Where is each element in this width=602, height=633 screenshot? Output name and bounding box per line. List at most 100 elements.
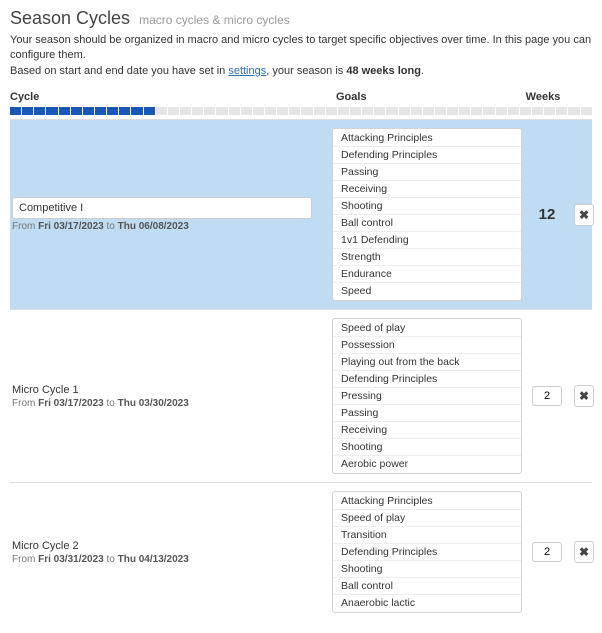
cycle-name-input[interactable] bbox=[12, 197, 312, 219]
progress-seg bbox=[568, 107, 579, 115]
goals-box[interactable]: Speed of playPossessionPlaying out from … bbox=[332, 318, 522, 474]
goal-item[interactable]: Attacking Principles bbox=[333, 130, 521, 147]
title-sub: macro cycles & micro cycles bbox=[139, 13, 290, 27]
goal-item[interactable]: Passing bbox=[333, 164, 521, 181]
title-main: Season Cycles bbox=[10, 8, 130, 28]
intro-weeks-long: 48 weeks long bbox=[346, 65, 421, 77]
goal-item[interactable]: Defending Principles bbox=[333, 544, 521, 561]
goal-item[interactable]: Shooting bbox=[333, 439, 521, 456]
goal-item[interactable]: Playing out from the back bbox=[333, 354, 521, 371]
cycle-weeks: 12 bbox=[522, 206, 572, 223]
cycle-left: Micro Cycle 1From Fri 03/17/2023 to Thu … bbox=[12, 384, 332, 409]
progress-seg bbox=[10, 107, 21, 115]
progress-seg bbox=[253, 107, 264, 115]
progress-seg bbox=[168, 107, 179, 115]
goal-item[interactable]: Shooting bbox=[333, 561, 521, 578]
cycle-goals: Speed of playPossessionPlaying out from … bbox=[332, 316, 522, 476]
goal-item[interactable]: Passing bbox=[333, 405, 521, 422]
micro-cycle-row: Micro Cycle 2 From Fri 03/31/2023 to Thu … bbox=[10, 482, 592, 621]
goal-item[interactable]: Possession bbox=[333, 337, 521, 354]
intro-line2c: . bbox=[421, 65, 424, 77]
progress-seg bbox=[144, 107, 155, 115]
progress-seg bbox=[204, 107, 215, 115]
progress-seg bbox=[362, 107, 373, 115]
progress-seg bbox=[520, 107, 531, 115]
cycle-goals: Attacking PrinciplesSpeed of playTransit… bbox=[332, 489, 522, 615]
cycle-weeks bbox=[522, 386, 572, 406]
macro-cycle-row: From Fri 03/17/2023 to Thu 06/08/2023 Att… bbox=[10, 119, 592, 309]
goal-item[interactable]: Receiving bbox=[333, 422, 521, 439]
progress-seg bbox=[508, 107, 519, 115]
col-header-cycle: Cycle bbox=[10, 91, 330, 103]
page-title: Season Cycles macro cycles & micro cycle… bbox=[10, 8, 592, 29]
goal-item[interactable]: Defending Principles bbox=[333, 371, 521, 388]
progress-seg bbox=[301, 107, 312, 115]
progress-seg bbox=[131, 107, 142, 115]
progress-seg bbox=[46, 107, 57, 115]
weeks-input[interactable] bbox=[532, 542, 562, 562]
progress-seg bbox=[471, 107, 482, 115]
progress-seg bbox=[22, 107, 33, 115]
progress-seg bbox=[107, 107, 118, 115]
goal-item[interactable]: Defending Principles bbox=[333, 147, 521, 164]
progress-seg bbox=[59, 107, 70, 115]
progress-seg bbox=[265, 107, 276, 115]
goal-item[interactable]: Anaerobic lactic bbox=[333, 595, 521, 611]
settings-link[interactable]: settings bbox=[228, 65, 266, 77]
progress-seg bbox=[386, 107, 397, 115]
goal-item[interactable]: Pressing bbox=[333, 388, 521, 405]
goal-item[interactable]: Speed of play bbox=[333, 510, 521, 527]
intro-line2a: Based on start and end date you have set… bbox=[10, 65, 228, 77]
goal-item[interactable]: Ball control bbox=[333, 215, 521, 232]
goal-item[interactable]: Attacking Principles bbox=[333, 493, 521, 510]
delete-button[interactable]: ✖ bbox=[574, 385, 594, 407]
season-progress-bar bbox=[10, 107, 592, 115]
cycle-left: From Fri 03/17/2023 to Thu 06/08/2023 bbox=[12, 197, 332, 232]
cycle-weeks bbox=[522, 542, 572, 562]
progress-seg bbox=[496, 107, 507, 115]
cycle-delete: ✖ bbox=[572, 204, 596, 226]
goal-item[interactable]: Receiving bbox=[333, 181, 521, 198]
cycle-date-range: From Fri 03/17/2023 to Thu 03/30/2023 bbox=[12, 398, 322, 409]
weeks-display: 12 bbox=[522, 206, 572, 223]
progress-seg bbox=[241, 107, 252, 115]
goal-item[interactable]: Transition bbox=[333, 527, 521, 544]
cycle-left: Micro Cycle 2 From Fri 03/31/2023 to Thu … bbox=[12, 540, 332, 565]
progress-seg bbox=[483, 107, 494, 115]
weeks-input[interactable] bbox=[532, 386, 562, 406]
intro-text: Your season should be organized in macro… bbox=[10, 33, 592, 79]
table-header: Cycle Goals Weeks bbox=[10, 89, 592, 107]
col-header-weeks: Weeks bbox=[518, 91, 568, 103]
cycle-date-range: From Fri 03/17/2023 to Thu 06/08/2023 bbox=[12, 221, 322, 232]
progress-seg bbox=[229, 107, 240, 115]
cycle-name-label: Micro Cycle 2 bbox=[12, 540, 322, 552]
progress-seg bbox=[277, 107, 288, 115]
goal-item[interactable]: Speed bbox=[333, 283, 521, 299]
goal-item[interactable]: Shooting bbox=[333, 198, 521, 215]
col-header-goals: Goals bbox=[330, 91, 518, 103]
micro-cycle-row: Micro Cycle 1From Fri 03/17/2023 to Thu … bbox=[10, 309, 592, 482]
progress-seg bbox=[411, 107, 422, 115]
goal-item[interactable]: Aerobic power bbox=[333, 456, 521, 472]
progress-seg bbox=[374, 107, 385, 115]
delete-button[interactable]: ✖ bbox=[574, 204, 594, 226]
progress-seg bbox=[156, 107, 167, 115]
goal-item[interactable]: Speed of play bbox=[333, 320, 521, 337]
goal-item[interactable]: Endurance bbox=[333, 266, 521, 283]
goal-item[interactable]: Strength bbox=[333, 249, 521, 266]
progress-seg bbox=[83, 107, 94, 115]
goals-box[interactable]: Attacking PrinciplesDefending Principles… bbox=[332, 128, 522, 301]
goal-item[interactable]: Ball control bbox=[333, 578, 521, 595]
goals-box[interactable]: Attacking PrinciplesSpeed of playTransit… bbox=[332, 491, 522, 613]
intro-line2b: , your season is bbox=[266, 65, 346, 77]
progress-seg bbox=[350, 107, 361, 115]
progress-seg bbox=[556, 107, 567, 115]
cycle-date-range: From Fri 03/31/2023 to Thu 04/13/2023 bbox=[12, 554, 322, 565]
delete-button[interactable]: ✖ bbox=[574, 541, 594, 563]
cycle-goals: Attacking PrinciplesDefending Principles… bbox=[332, 126, 522, 303]
progress-seg bbox=[447, 107, 458, 115]
goal-item[interactable]: 1v1 Defending bbox=[333, 232, 521, 249]
progress-seg bbox=[326, 107, 337, 115]
progress-seg bbox=[180, 107, 191, 115]
cycle-delete: ✖ bbox=[572, 541, 596, 563]
